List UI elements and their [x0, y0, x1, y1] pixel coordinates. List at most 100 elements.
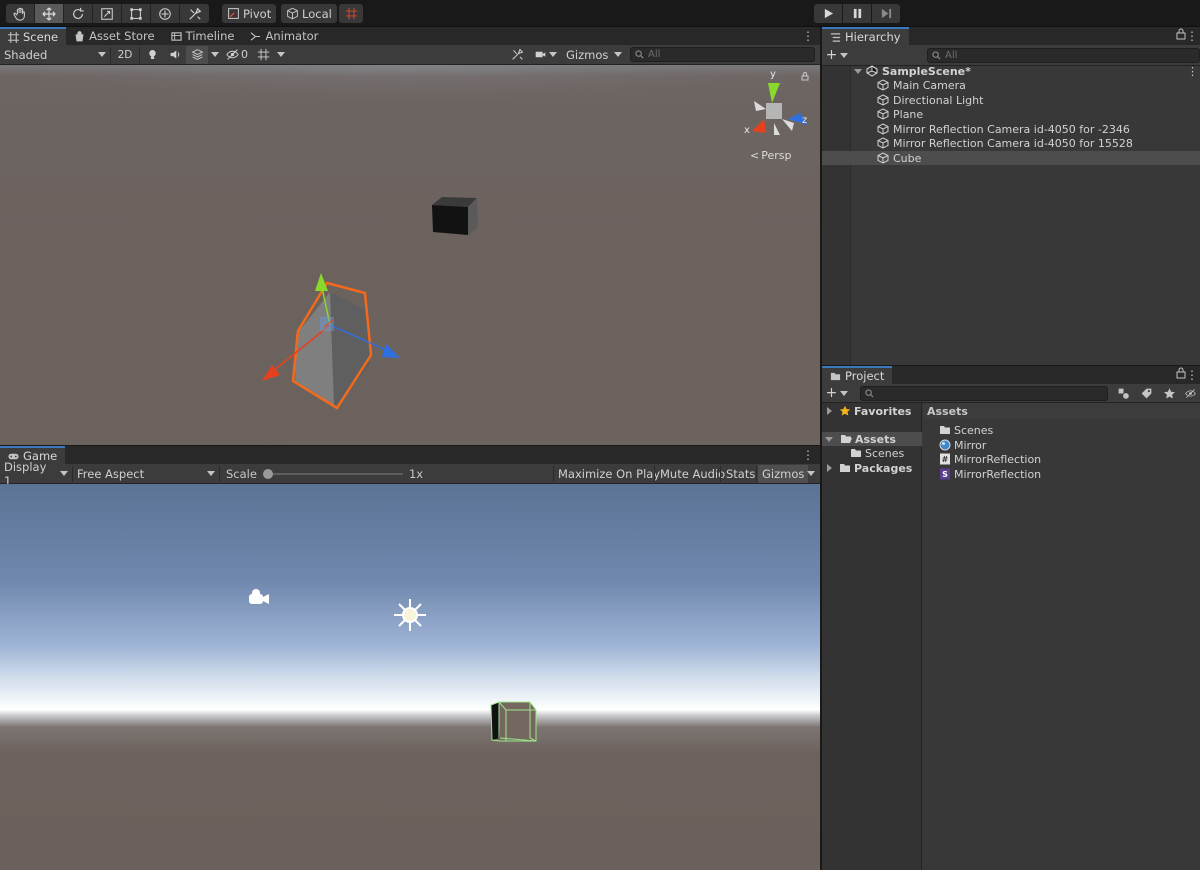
tree-assets[interactable]: Assets — [822, 432, 922, 446]
scene-root-item[interactable]: SampleScene* ⋮ — [822, 64, 1200, 78]
material-icon — [939, 439, 951, 451]
lighting-toggle[interactable] — [140, 46, 164, 64]
pause-button[interactable] — [843, 4, 871, 23]
hierarchy-more-icon[interactable]: ⋮ — [1186, 29, 1198, 43]
stats-toggle[interactable]: Stats — [722, 465, 759, 483]
rect-tool-button[interactable] — [122, 4, 151, 23]
favorites-filter-button[interactable] — [1158, 384, 1180, 402]
scale-tool-button[interactable] — [93, 4, 122, 23]
search-by-type-button[interactable] — [1112, 384, 1134, 402]
hierarchy-create-button[interactable]: + — [822, 46, 852, 64]
scene-more-icon[interactable]: ⋮ — [1187, 65, 1198, 78]
breadcrumb-assets[interactable]: Assets — [927, 405, 968, 418]
game-viewport[interactable] — [0, 484, 820, 870]
vertical-splitter[interactable] — [820, 27, 822, 870]
scale-slider[interactable] — [262, 467, 403, 481]
horizontal-splitter[interactable] — [0, 445, 820, 446]
project-more-icon[interactable]: ⋮ — [1186, 368, 1198, 382]
folder-icon — [851, 449, 861, 457]
shopping-bag-icon — [75, 30, 84, 41]
tab-project[interactable]: Project — [822, 366, 893, 384]
expand-arrow-icon[interactable] — [827, 464, 832, 472]
expand-arrow-icon[interactable] — [854, 68, 862, 74]
tab-asset-store[interactable]: Asset Store — [66, 27, 163, 45]
project-search-input[interactable] — [860, 385, 1108, 401]
expand-arrow-icon[interactable] — [827, 407, 832, 415]
grid-dropdown[interactable] — [274, 46, 288, 64]
hierarchy-item[interactable]: Main Camera — [822, 78, 1200, 92]
step-button[interactable] — [872, 4, 900, 23]
project-lock-icon[interactable] — [1176, 367, 1186, 382]
project-create-button[interactable]: + — [822, 384, 852, 402]
divider — [756, 465, 757, 482]
csharp-script-icon: # — [940, 453, 950, 465]
asset-item[interactable]: Scenes — [939, 423, 993, 437]
gizmo-y-label: y — [770, 69, 776, 80]
collapse-arrow-icon[interactable] — [825, 436, 833, 442]
scene-viewport[interactable]: y z x < Persp — [0, 65, 820, 445]
scene-more-icon[interactable]: ⋮ — [802, 29, 814, 43]
aspect-dropdown[interactable]: Free Aspect — [73, 465, 219, 483]
horizontal-splitter[interactable] — [822, 365, 1200, 366]
audio-toggle[interactable] — [164, 46, 186, 64]
hierarchy-list: SampleScene* ⋮ Main Camera Directional L… — [822, 64, 1200, 365]
hierarchy-item[interactable]: Mirror Reflection Camera id-4050 for 155… — [822, 136, 1200, 150]
hierarchy-lock-icon[interactable] — [1176, 28, 1186, 43]
chevron-down-icon — [840, 52, 849, 58]
effects-toggle[interactable] — [186, 45, 208, 64]
local-toggle[interactable]: Local — [281, 4, 337, 23]
asset-item[interactable]: # MirrorReflection — [939, 452, 1041, 466]
move-tool-button[interactable] — [35, 4, 64, 23]
stats-label: Stats — [726, 466, 756, 481]
chevron-down-icon — [549, 52, 557, 57]
asset-item[interactable]: Mirror — [939, 438, 986, 452]
transform-tool-button[interactable] — [151, 4, 180, 23]
search-by-label-button[interactable] — [1135, 384, 1157, 402]
hidden-packages-toggle[interactable] — [1181, 384, 1200, 402]
chevron-down-icon — [207, 471, 215, 476]
hierarchy-search-input[interactable]: All — [927, 47, 1200, 63]
hidden-objects-toggle[interactable]: 0 — [222, 46, 252, 64]
hierarchy-item[interactable]: Plane — [822, 107, 1200, 121]
tree-packages[interactable]: Packages — [827, 461, 912, 475]
hidden-count: 0 — [241, 48, 248, 61]
hand-tool-button[interactable] — [6, 4, 35, 23]
effects-dropdown[interactable] — [208, 46, 222, 64]
pivot-toggle[interactable]: Pivot — [222, 4, 277, 23]
tree-assets-scenes[interactable]: Scenes — [850, 446, 904, 460]
hierarchy-item-label: Mirror Reflection Camera id-4050 for 155… — [893, 136, 1133, 150]
game-more-icon[interactable]: ⋮ — [802, 448, 814, 462]
asset-item[interactable]: S MirrorReflection — [939, 467, 1041, 481]
tab-scene[interactable]: Scene — [0, 27, 67, 45]
chevron-down-icon — [277, 52, 285, 57]
hierarchy-item[interactable]: Directional Light — [822, 93, 1200, 107]
tab-animator[interactable]: Animator — [242, 27, 326, 45]
rotate-tool-button[interactable] — [64, 4, 93, 23]
mute-audio-toggle[interactable]: Mute Audio — [656, 465, 729, 483]
local-cube-icon — [287, 7, 298, 20]
camera-settings-button[interactable] — [531, 46, 561, 64]
shading-mode-dropdown[interactable]: Shaded — [0, 46, 110, 64]
hierarchy-item-label: Cube — [893, 151, 922, 165]
grid-snap-button[interactable] — [339, 4, 363, 23]
play-button[interactable] — [814, 4, 842, 23]
scene-tools-button[interactable] — [506, 46, 528, 64]
tab-hierarchy[interactable]: Hierarchy — [822, 27, 909, 45]
tab-timeline[interactable]: Timeline — [163, 27, 243, 45]
custom-tool-button[interactable] — [180, 4, 209, 23]
hierarchy-item[interactable]: Mirror Reflection Camera id-4050 for -23… — [822, 122, 1200, 136]
scene-search-input[interactable]: All — [630, 47, 815, 62]
maximize-on-play-toggle[interactable]: Maximize On Play — [554, 465, 664, 483]
projection-toggle[interactable]: < Persp — [750, 149, 791, 162]
hierarchy-item-selected[interactable]: Cube — [822, 151, 1200, 165]
grid-visibility-toggle[interactable] — [252, 46, 274, 64]
gizmos-dropdown[interactable]: Gizmos — [562, 46, 624, 64]
game-gizmos-dropdown[interactable] — [803, 465, 819, 483]
mode-2d-toggle[interactable]: 2D — [111, 46, 139, 64]
game-gizmos-toggle[interactable]: Gizmos — [758, 464, 809, 483]
display-dropdown[interactable]: Display 1 — [0, 460, 72, 488]
project-tabbar: Project ⋮ — [822, 366, 1200, 384]
scale-slider-thumb[interactable] — [262, 468, 273, 479]
unity-scene-icon — [866, 65, 878, 77]
tree-favorites[interactable]: Favorites — [827, 404, 911, 418]
